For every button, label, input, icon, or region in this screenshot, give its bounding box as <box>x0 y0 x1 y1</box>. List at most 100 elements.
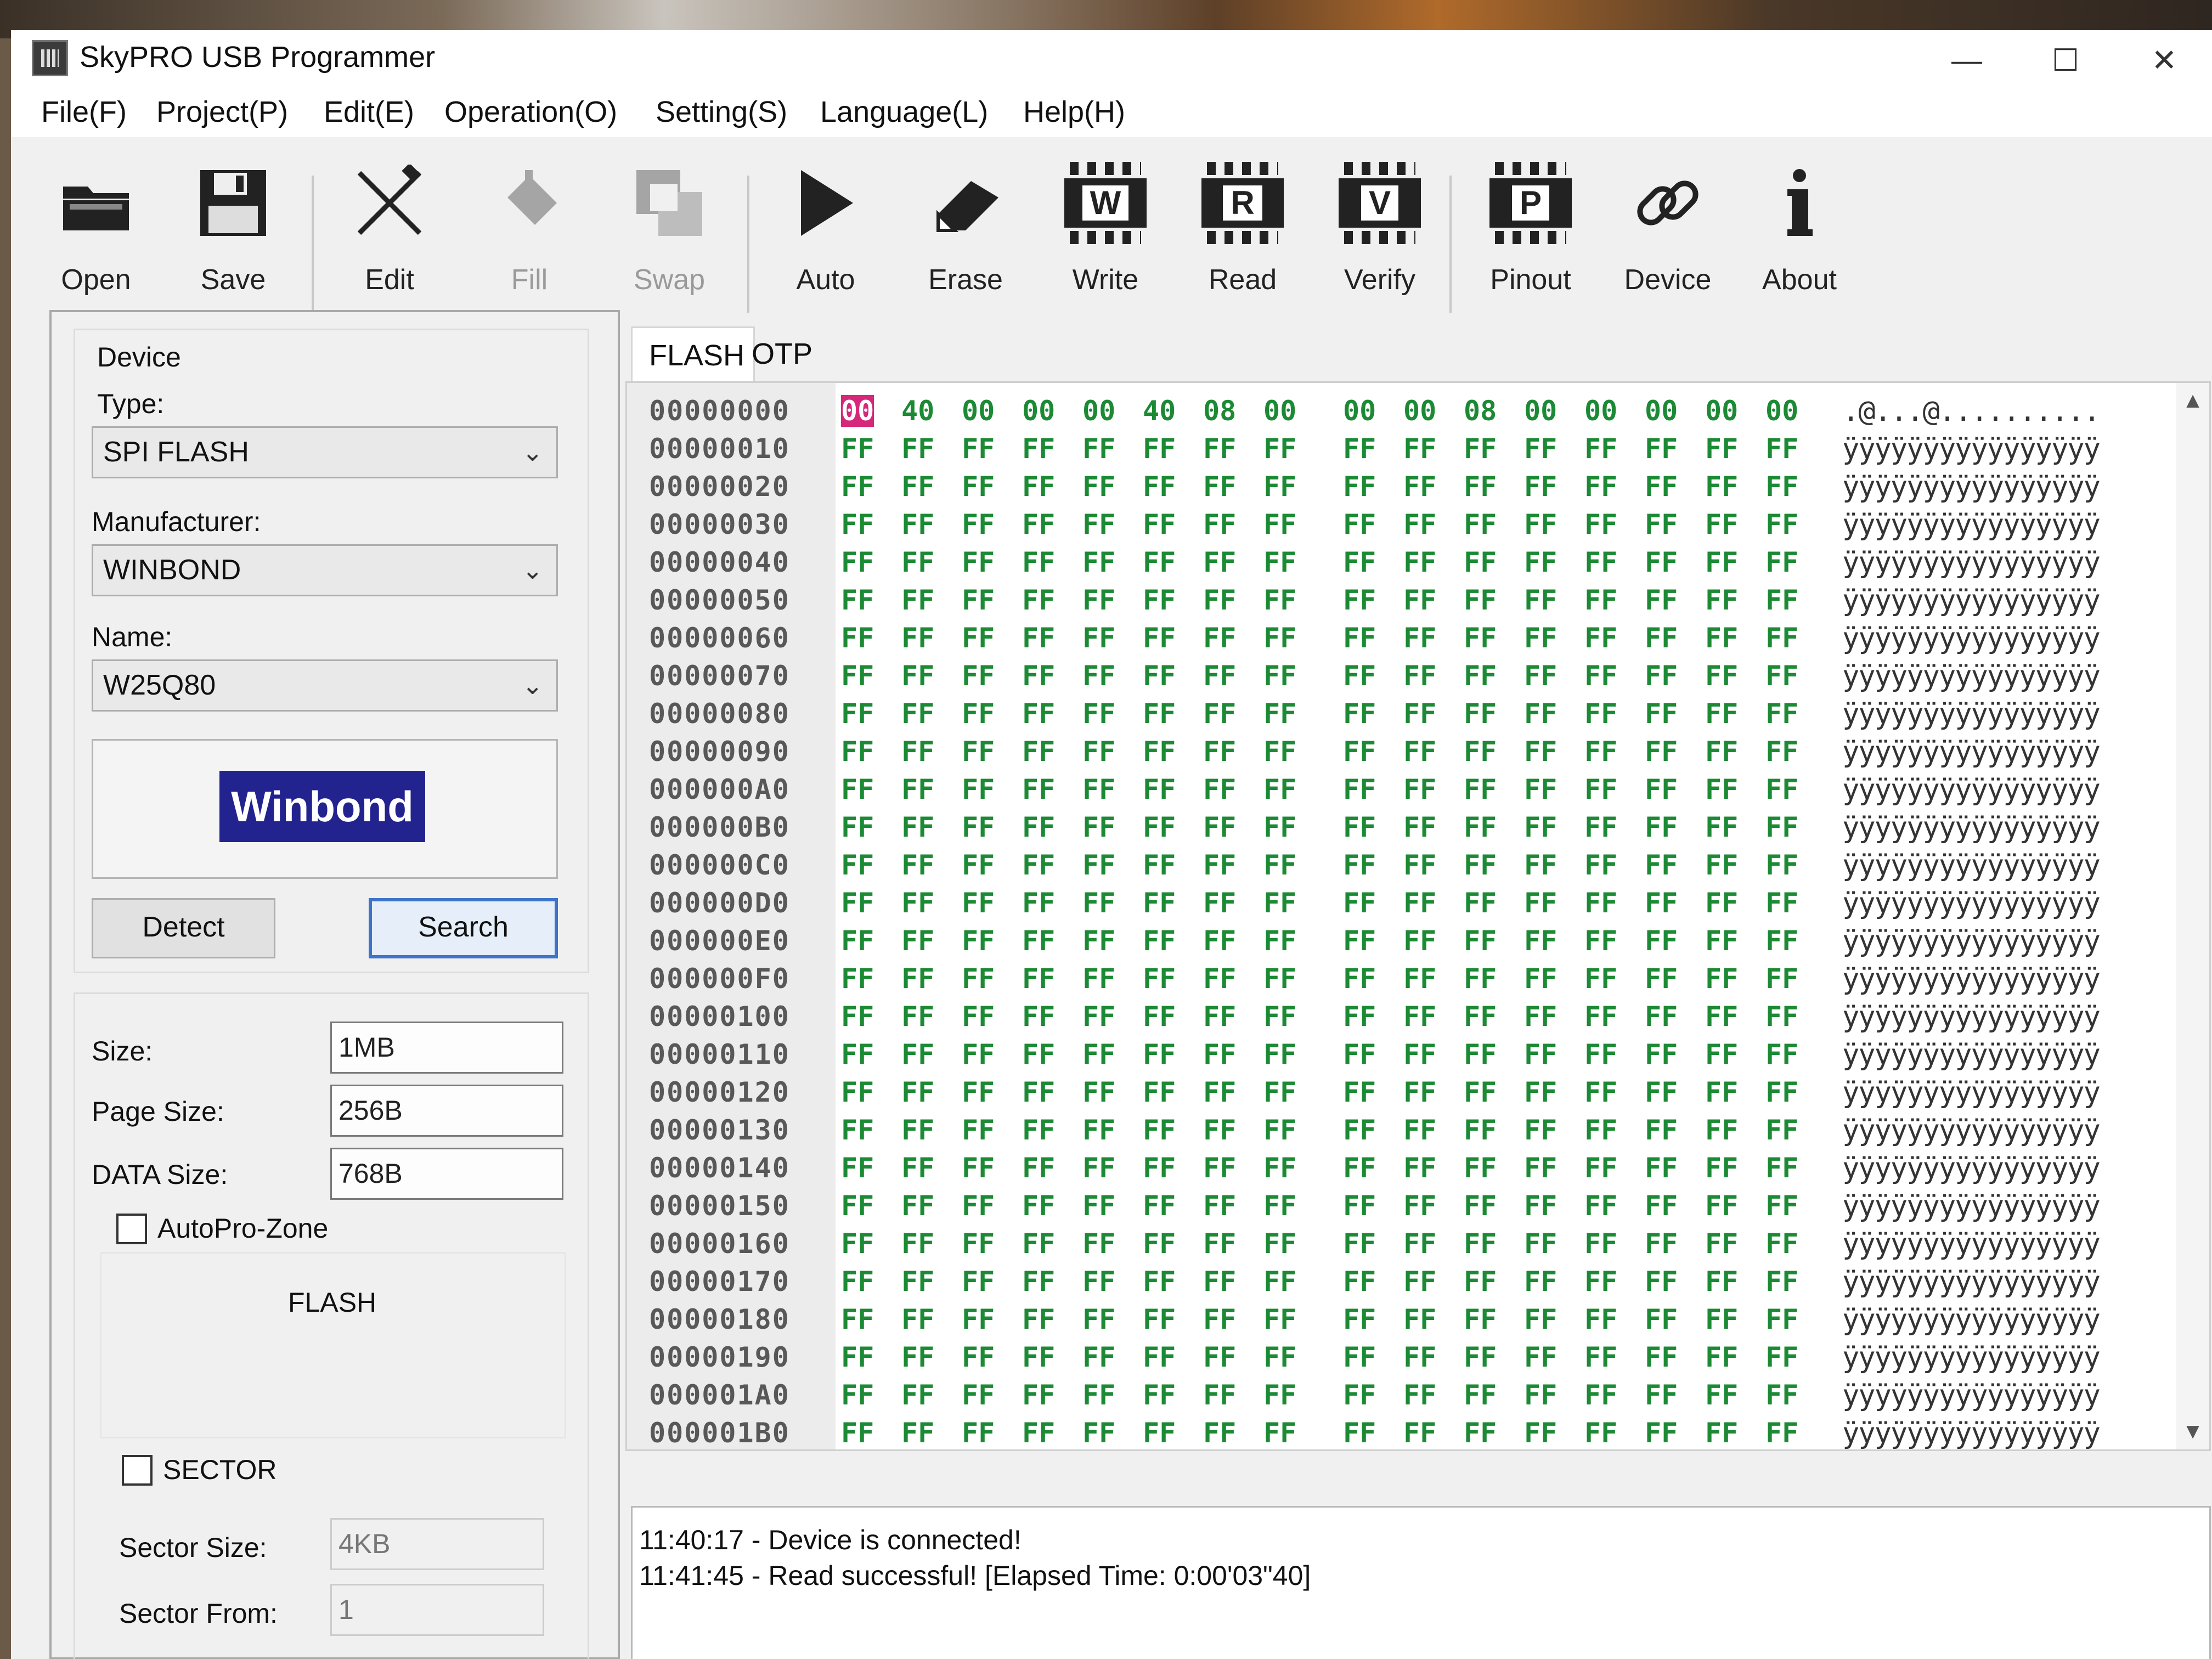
hex-byte[interactable]: FF <box>1143 433 1176 465</box>
hex-byte[interactable]: FF <box>1584 963 1617 995</box>
hex-byte[interactable]: FF <box>1403 1039 1436 1070</box>
hex-byte[interactable]: FF <box>1403 509 1436 540</box>
hex-byte[interactable]: FF <box>1645 811 1678 843</box>
hex-byte[interactable]: FF <box>1584 1001 1617 1032</box>
hex-byte[interactable]: FF <box>1143 698 1176 730</box>
hex-byte[interactable]: FF <box>1464 1114 1497 1146</box>
hex-byte[interactable]: 00 <box>1645 395 1678 427</box>
hex-row[interactable]: 00000080 FF FF FF FF FF FF FF FF FF FF FF FF FF FF FF FF… <box>627 698 2191 736</box>
hex-byte[interactable]: FF <box>1203 1417 1236 1449</box>
hex-byte[interactable]: FF <box>1022 698 1055 730</box>
hex-byte[interactable]: FF <box>1343 1076 1376 1108</box>
hex-row[interactable]: 00000010 FF FF FF FF FF FF FF FF FF FF FF FF FF FF FF FF… <box>627 433 2191 471</box>
hex-byte[interactable]: FF <box>901 622 934 654</box>
hex-byte[interactable]: FF <box>1464 1266 1497 1297</box>
hex-byte[interactable]: FF <box>1203 1076 1236 1108</box>
hex-byte[interactable]: FF <box>1464 1304 1497 1335</box>
hex-byte[interactable]: FF <box>962 1001 995 1032</box>
hex-byte[interactable]: FF <box>1143 1114 1176 1146</box>
hex-byte[interactable]: FF <box>1464 1190 1497 1222</box>
hex-byte[interactable]: FF <box>841 509 874 540</box>
hex-byte[interactable]: FF <box>1343 1304 1376 1335</box>
hex-byte[interactable]: FF <box>1022 963 1055 995</box>
hex-byte[interactable]: FF <box>1403 1304 1436 1335</box>
hex-byte[interactable]: FF <box>841 963 874 995</box>
hex-byte[interactable]: FF <box>841 736 874 768</box>
hex-row[interactable]: 000000A0 FF FF FF FF FF FF FF FF FF FF FF FF FF FF FF FF… <box>627 774 2191 812</box>
hex-byte[interactable]: FF <box>1524 1417 1557 1449</box>
hex-byte[interactable]: FF <box>1584 811 1617 843</box>
hex-byte[interactable]: FF <box>1705 1379 1738 1411</box>
hex-byte[interactable]: FF <box>1143 1417 1176 1449</box>
hex-row[interactable]: 00000040 FF FF FF FF FF FF FF FF FF FF FF FF FF FF FF FF… <box>627 546 2191 585</box>
hex-byte[interactable]: FF <box>1203 1190 1236 1222</box>
hex-byte[interactable]: FF <box>1403 546 1436 578</box>
vertical-scrollbar[interactable]: ▲ ▼ <box>2176 383 2209 1449</box>
hex-byte[interactable]: 08 <box>1203 395 1236 427</box>
hex-byte[interactable]: FF <box>1022 1114 1055 1146</box>
hex-byte[interactable]: FF <box>962 1304 995 1335</box>
hex-byte[interactable]: FF <box>901 887 934 919</box>
hex-byte[interactable]: FF <box>901 1001 934 1032</box>
hex-byte[interactable]: FF <box>962 1266 995 1297</box>
hex-byte[interactable]: FF <box>1022 660 1055 692</box>
hex-byte[interactable]: FF <box>1524 1228 1557 1260</box>
hex-byte[interactable]: FF <box>1403 698 1436 730</box>
hex-byte[interactable]: FF <box>1022 811 1055 843</box>
toolbar-erase-button[interactable]: Erase <box>911 148 1020 324</box>
hex-byte[interactable]: FF <box>1705 622 1738 654</box>
hex-byte[interactable]: FF <box>1524 546 1557 578</box>
hex-byte[interactable]: FF <box>1203 584 1236 616</box>
hex-byte[interactable]: FF <box>1143 1304 1176 1335</box>
hex-byte[interactable]: FF <box>1645 471 1678 503</box>
hex-byte[interactable]: FF <box>1705 963 1738 995</box>
page-size-field[interactable]: 256B <box>330 1085 563 1137</box>
hex-byte[interactable]: FF <box>1143 1228 1176 1260</box>
hex-byte[interactable]: 00 <box>1524 395 1557 427</box>
hex-byte[interactable]: FF <box>1082 1114 1115 1146</box>
hex-byte[interactable]: FF <box>1082 1417 1115 1449</box>
hex-byte[interactable]: FF <box>962 660 995 692</box>
hex-byte[interactable]: FF <box>1343 546 1376 578</box>
hex-byte[interactable]: FF <box>1403 433 1436 465</box>
maximize-button[interactable]: ☐ <box>2041 41 2090 80</box>
hex-byte[interactable]: FF <box>1263 849 1296 881</box>
hex-byte[interactable]: FF <box>1082 622 1115 654</box>
toolbar-edit-button[interactable]: Edit <box>335 148 444 324</box>
hex-byte[interactable]: FF <box>1584 1039 1617 1070</box>
hex-byte[interactable]: FF <box>1765 622 1798 654</box>
hex-byte[interactable]: FF <box>1645 887 1678 919</box>
hex-byte[interactable]: FF <box>841 546 874 578</box>
hex-byte[interactable]: FF <box>841 1152 874 1184</box>
hex-byte[interactable]: FF <box>1263 963 1296 995</box>
hex-byte[interactable]: FF <box>1584 1114 1617 1146</box>
hex-byte[interactable]: FF <box>1343 887 1376 919</box>
hex-byte[interactable]: FF <box>1022 1341 1055 1373</box>
hex-byte[interactable]: FF <box>901 963 934 995</box>
hex-byte[interactable]: FF <box>1082 736 1115 768</box>
tab-otp[interactable]: OTP <box>735 326 834 381</box>
hex-byte[interactable]: FF <box>1343 1152 1376 1184</box>
menu-file[interactable]: File(F) <box>41 95 127 129</box>
hex-byte[interactable]: FF <box>1705 546 1738 578</box>
hex-byte[interactable]: FF <box>1263 1228 1296 1260</box>
hex-byte[interactable]: FF <box>1143 925 1176 957</box>
hex-byte[interactable]: FF <box>841 774 874 805</box>
toolbar-pinout-button[interactable]: P Pinout <box>1476 148 1585 324</box>
hex-row[interactable]: 00000140 FF FF FF FF FF FF FF FF FF FF FF FF FF FF FF FF… <box>627 1152 2191 1190</box>
hex-editor[interactable]: 00000000 00 40 00 00 00 40 08 00 00 00 08 00 00 00 00 00… <box>625 381 2211 1451</box>
hex-byte[interactable]: FF <box>901 546 934 578</box>
hex-byte[interactable]: FF <box>1203 1266 1236 1297</box>
hex-byte[interactable]: FF <box>962 736 995 768</box>
hex-byte[interactable]: FF <box>1082 1076 1115 1108</box>
hex-byte[interactable]: FF <box>1464 509 1497 540</box>
menu-project[interactable]: Project(P) <box>156 95 288 129</box>
hex-byte[interactable]: FF <box>841 1114 874 1146</box>
hex-byte[interactable]: FF <box>1524 509 1557 540</box>
hex-row[interactable]: 00000180 FF FF FF FF FF FF FF FF FF FF FF FF FF FF FF FF… <box>627 1304 2191 1342</box>
hex-byte[interactable]: FF <box>1403 774 1436 805</box>
hex-byte[interactable]: FF <box>1584 584 1617 616</box>
hex-byte[interactable]: FF <box>841 1379 874 1411</box>
hex-byte[interactable]: FF <box>1464 887 1497 919</box>
hex-byte[interactable]: FF <box>962 1039 995 1070</box>
